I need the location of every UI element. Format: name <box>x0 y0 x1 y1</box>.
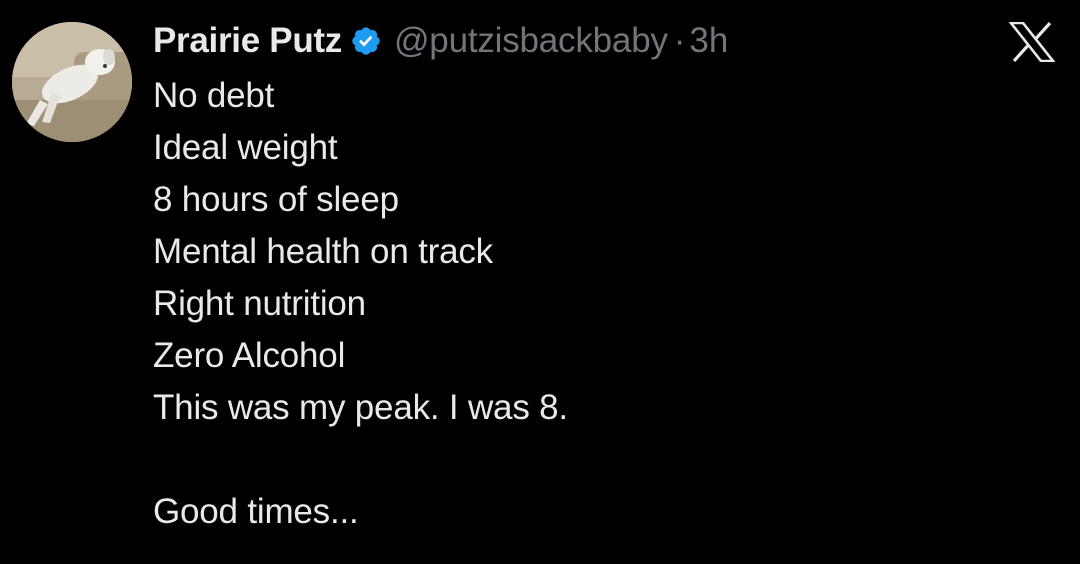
tweet-line: Good times... <box>153 492 359 531</box>
tweet-line: Mental health on track <box>153 232 493 271</box>
tweet-line: 8 hours of sleep <box>153 180 399 219</box>
tweet-line: Zero Alcohol <box>153 336 346 375</box>
tweet-line: Right nutrition <box>153 284 366 323</box>
tweet-line: Ideal weight <box>153 128 338 167</box>
tweet-text: No debt Ideal weight 8 hours of sleep Me… <box>153 70 1053 538</box>
tweet-header: Prairie Putz @putzisbackbaby · 3h <box>153 18 728 64</box>
verified-badge-icon[interactable] <box>350 25 382 57</box>
header-separator: · <box>673 21 686 60</box>
timestamp[interactable]: 3h <box>689 21 728 61</box>
tweet-line: This was my peak. I was 8. <box>153 388 568 427</box>
user-handle[interactable]: @putzisbackbaby <box>394 21 668 61</box>
dog-sleeping-avatar-image <box>12 22 132 142</box>
tweet-line: No debt <box>153 76 275 115</box>
display-name[interactable]: Prairie Putz <box>153 21 342 61</box>
avatar[interactable] <box>12 22 132 142</box>
x-logo-icon <box>1008 21 1056 63</box>
